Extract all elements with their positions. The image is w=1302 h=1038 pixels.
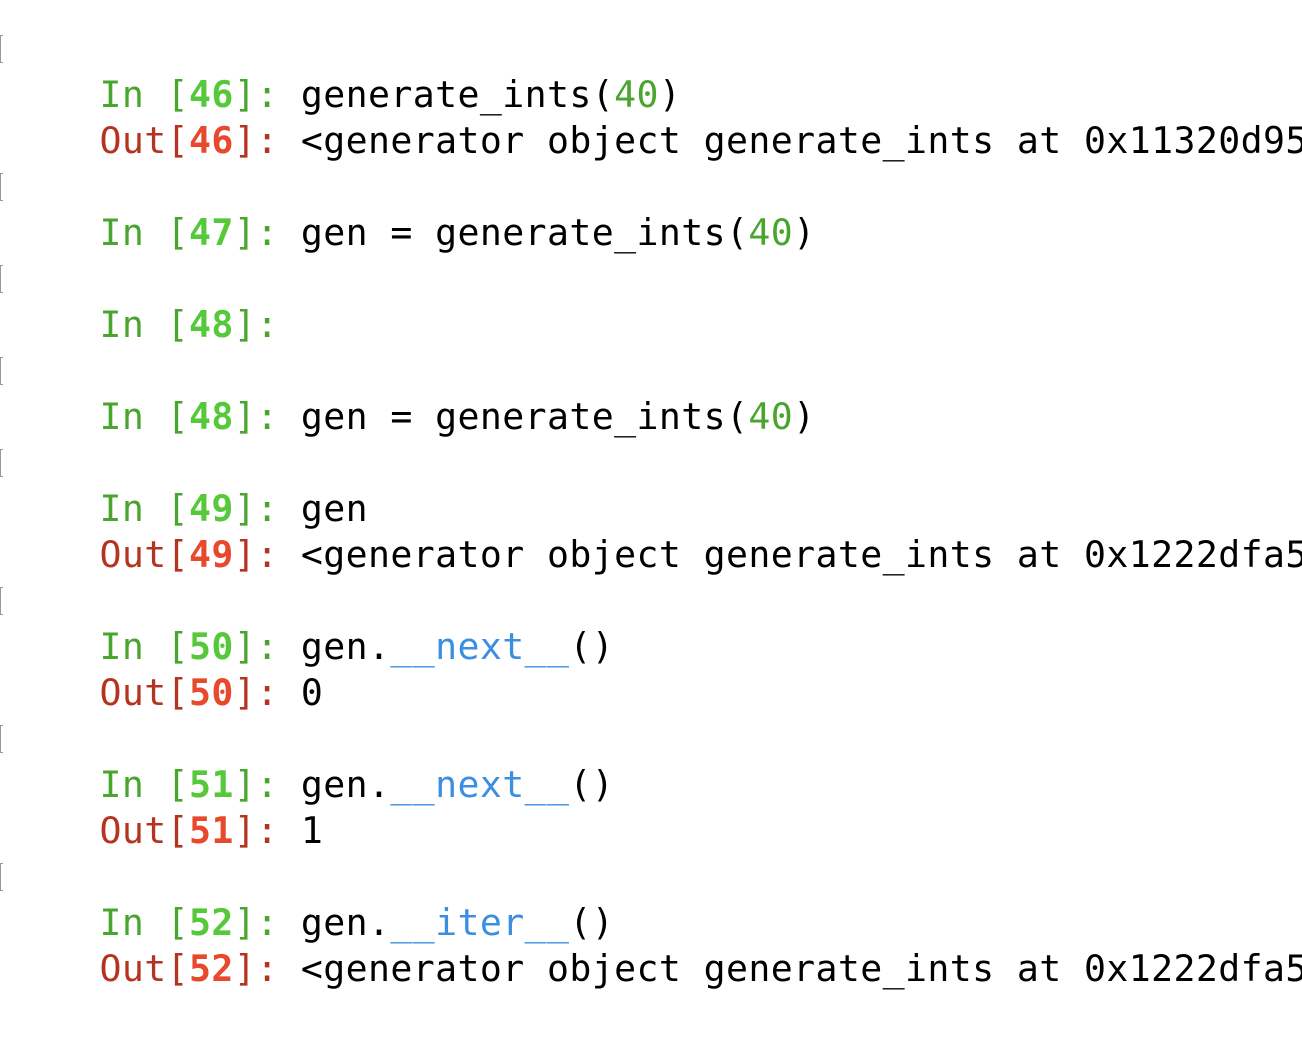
selection-bracket-icon (0, 35, 3, 63)
out-prompt-number: 46 (189, 119, 234, 162)
input-line-49[interactable]: In [49]: gen (0, 440, 1302, 530)
out-prompt-close: ]: (233, 533, 279, 576)
input-line-48[interactable]: In [48]: gen = generate_ints(40) (0, 348, 1302, 438)
selection-bracket-icon (0, 357, 3, 385)
out-prompt-label: Out[ (99, 119, 189, 162)
out-prompt-label: Out[ (99, 533, 189, 576)
input-line-46[interactable]: In [46]: generate_ints(40) (0, 26, 1302, 116)
output-line-52: Out[52]: <generator object generate_ints… (0, 900, 1302, 990)
ipython-terminal[interactable]: In [46]: generate_ints(40) Out[46]: <gen… (0, 26, 1302, 990)
in-prompt-close: ]: (233, 303, 279, 346)
code-text: ) (793, 395, 816, 438)
code-text: ) (793, 211, 816, 254)
in-prompt-close: ]: (233, 211, 279, 254)
in-prompt-label: In [ (99, 303, 189, 346)
selection-bracket-icon (0, 725, 3, 753)
output-line-46: Out[46]: <generator object generate_ints… (0, 72, 1302, 162)
output-text: <generator object generate_ints at 0x113… (300, 119, 1302, 162)
code-text: gen = generate_ints( (300, 395, 749, 438)
in-prompt-number: 47 (189, 211, 234, 254)
out-prompt-label: Out[ (99, 809, 189, 852)
code-number-literal: 40 (748, 211, 794, 254)
output-line-49: Out[49]: <generator object generate_ints… (0, 486, 1302, 576)
out-prompt-number: 50 (189, 671, 234, 714)
code-text: gen = generate_ints( (300, 211, 749, 254)
output-text: <generator object generate_ints at 0x122… (300, 533, 1302, 576)
selection-bracket-icon (0, 863, 3, 891)
out-prompt-label: Out[ (99, 671, 189, 714)
input-line-47[interactable]: In [47]: gen = generate_ints(40) (0, 164, 1302, 254)
output-text: 1 (300, 809, 324, 852)
in-prompt-number: 48 (189, 395, 234, 438)
output-line-50: Out[50]: 0 (0, 624, 1302, 714)
out-prompt-number: 49 (189, 533, 234, 576)
selection-bracket-icon (0, 173, 3, 201)
input-line-52[interactable]: In [52]: gen.__iter__() (0, 854, 1302, 944)
out-prompt-close: ]: (233, 119, 279, 162)
out-prompt-close: ]: (233, 809, 279, 852)
selection-bracket-icon (0, 265, 3, 293)
input-line-51[interactable]: In [51]: gen.__next__() (0, 716, 1302, 806)
in-prompt-label: In [ (99, 211, 189, 254)
output-text: 0 (300, 671, 324, 714)
selection-bracket-icon (0, 587, 3, 615)
out-prompt-number: 51 (189, 809, 234, 852)
in-prompt-close: ]: (233, 395, 279, 438)
selection-bracket-icon (0, 449, 3, 477)
input-line-50[interactable]: In [50]: gen.__next__() (0, 578, 1302, 668)
output-line-51: Out[51]: 1 (0, 762, 1302, 852)
out-prompt-close: ]: (233, 671, 279, 714)
in-prompt-label: In [ (99, 395, 189, 438)
code-number-literal: 40 (748, 395, 794, 438)
in-prompt-number: 48 (189, 303, 234, 346)
input-line-48-empty[interactable]: In [48]: (0, 256, 1302, 346)
